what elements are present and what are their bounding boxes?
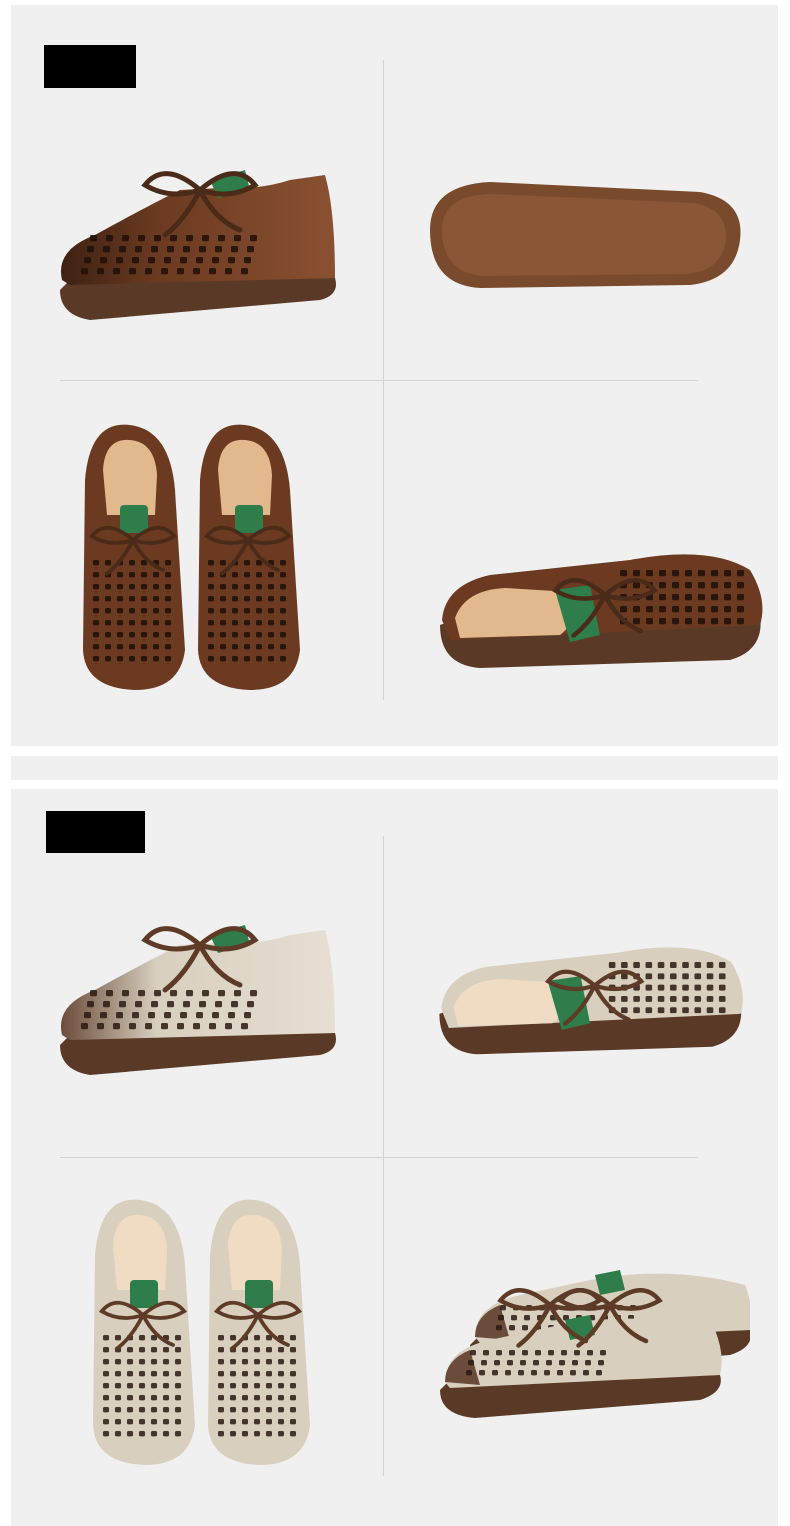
shoe-top (83, 424, 185, 690)
grid-divider-horizontal (60, 1157, 698, 1158)
color-label-box (44, 45, 136, 88)
shoe-top (93, 1199, 195, 1465)
shoe-top (208, 1199, 310, 1465)
sole (60, 278, 336, 320)
grid-divider-horizontal (60, 380, 698, 381)
shoe-image-sole-view (420, 170, 750, 310)
shoe-image-top-pair-view (65, 420, 315, 700)
color-label-box (46, 811, 145, 853)
shoe-top (198, 424, 300, 690)
grid-divider-vertical (383, 836, 384, 1476)
shoe-image-side-view (50, 905, 350, 1095)
sole (60, 1033, 336, 1075)
shoe-image-angle-pair-view (440, 1255, 750, 1435)
section-separator (11, 756, 778, 780)
shoe-image-side-view (50, 150, 350, 340)
shoe-image-top-pair-view (75, 1195, 325, 1475)
shoe-image-rear-view (430, 920, 750, 1070)
shoe-image-rear-view (430, 530, 770, 680)
